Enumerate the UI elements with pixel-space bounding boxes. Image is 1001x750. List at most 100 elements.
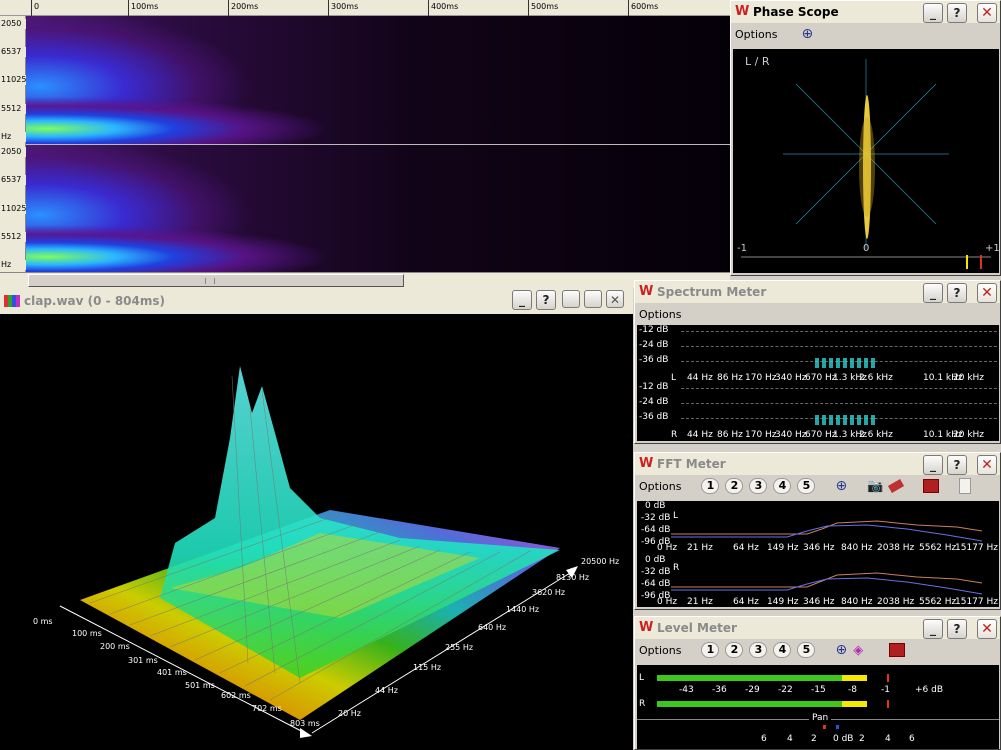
axis-label: +1	[985, 243, 999, 254]
preset-button-3[interactable]: 3	[749, 642, 768, 658]
minimize-button[interactable]: _	[923, 3, 943, 23]
minimize-button[interactable]: _	[923, 619, 943, 639]
freq-label: 149 Hz	[767, 543, 799, 553]
freq-label: 340 Hz	[775, 373, 807, 383]
preset-button-4[interactable]: 4	[773, 642, 792, 658]
level-meter-title: Level Meter	[657, 621, 737, 635]
freeze-icon[interactable]: ⊕	[801, 26, 813, 42]
preset-button-2[interactable]: 2	[725, 478, 744, 494]
db-label: -32 dB	[641, 567, 671, 577]
fft-meter-display: 0 dB -32 dB -64 dB -96 dB L 0 Hz 21 Hz 6…	[637, 501, 999, 607]
hz-label: 11025	[0, 204, 27, 214]
options-menu[interactable]: Options	[639, 308, 681, 321]
freq-label: 0 Hz	[657, 597, 678, 607]
preset-button-4[interactable]: 4	[773, 478, 792, 494]
time-ruler[interactable]: 0 100ms 200ms 300ms 400ms 500ms 600ms	[0, 0, 730, 16]
freq-label: 2038 Hz	[877, 543, 915, 553]
panel-toggle[interactable]	[959, 478, 972, 494]
scale-label: -1	[881, 685, 890, 695]
fft-meter-titlebar[interactable]: W FFT Meter _ ? ✕	[635, 453, 1000, 475]
scale-label: -8	[848, 685, 857, 695]
help-button[interactable]: ?	[947, 3, 967, 23]
hz-label: 2050	[0, 147, 26, 157]
phase-scope-titlebar[interactable]: W Phase Scope _ ? ✕	[731, 1, 1000, 23]
close-button[interactable]: ✕	[977, 455, 997, 475]
spectrogram-left-channel	[26, 16, 730, 144]
freq-label: 640 Hz	[478, 623, 506, 632]
preset-button-1[interactable]: 1	[701, 478, 720, 494]
db-label: -32 dB	[641, 513, 671, 523]
spectrogram-view[interactable]: 2050 6537 11025 5512 Hz 2050 6537 11025 …	[0, 16, 730, 272]
time-label: 702 ms	[252, 704, 282, 713]
help-button[interactable]: ?	[947, 283, 967, 303]
wavelab-logo-icon: W	[639, 456, 654, 471]
preset-button-1[interactable]: 1	[701, 642, 720, 658]
db-label: -12 dB	[639, 382, 669, 392]
spectrum-meter-title: Spectrum Meter	[657, 285, 767, 299]
time-label: 803 ms	[290, 719, 320, 728]
book-icon[interactable]	[923, 479, 940, 493]
help-button[interactable]: ?	[947, 455, 967, 475]
scale-label: -36	[712, 685, 727, 695]
freq-label: 840 Hz	[841, 597, 873, 607]
freq-label: 44 Hz	[375, 686, 398, 695]
options-menu[interactable]: Options	[639, 480, 681, 493]
channel-label: L	[673, 511, 679, 521]
pan-scale-label: 4	[787, 734, 793, 744]
pan-indicator-left	[823, 725, 826, 729]
help-button[interactable]: ?	[536, 290, 556, 310]
preset-button-2[interactable]: 2	[725, 642, 744, 658]
help-button[interactable]: ?	[947, 619, 967, 639]
freeze-icon[interactable]: ⊕	[835, 642, 847, 658]
preset-button-5[interactable]: 5	[797, 478, 816, 494]
hz-label: Hz	[0, 132, 26, 142]
minimize-button[interactable]: _	[923, 455, 943, 475]
options-menu[interactable]: Options	[735, 28, 777, 41]
spectrogram-right-channel	[26, 145, 730, 272]
reset-icon[interactable]: ◈	[853, 643, 863, 658]
time-axis-arrow	[300, 728, 312, 738]
close-icon[interactable]: ✕	[606, 290, 624, 308]
freq-label: 1440 Hz	[506, 605, 539, 614]
level-meter-toolbar: Options 1 2 3 4 5 ⊕ ◈	[635, 641, 1000, 659]
minimize-button[interactable]: _	[512, 290, 532, 310]
ruler-tick: 400ms	[428, 0, 458, 16]
freq-label: 149 Hz	[767, 597, 799, 607]
scrollbar-thumb[interactable]	[28, 274, 404, 287]
preset-button-3[interactable]: 3	[749, 478, 768, 494]
fft-meter-toolbar: Options 1 2 3 4 5 ⊕ 📷	[635, 477, 1000, 495]
peak-hold-right	[887, 700, 889, 708]
time-label: 602 ms	[221, 691, 251, 700]
ruler-tick: 200ms	[228, 0, 258, 16]
phase-scope-menubar: Options ⊕	[731, 25, 1000, 43]
restore-icon[interactable]	[584, 290, 602, 308]
options-menu[interactable]: Options	[639, 644, 681, 657]
freq-label: 2.6 kHz	[859, 373, 893, 383]
hz-label: Hz	[0, 260, 26, 270]
hz-label: 2050	[0, 19, 26, 29]
level-meter-titlebar[interactable]: W Level Meter _ ? ✕	[635, 617, 1000, 639]
level-meter-window: W Level Meter _ ? ✕ Options 1 2 3 4 5 ⊕ …	[634, 616, 1001, 750]
close-button[interactable]: ✕	[977, 3, 997, 23]
freq-label: 255 Hz	[445, 643, 473, 652]
hz-label: 5512	[0, 232, 26, 242]
clip-window: clap.wav (0 - 804ms) _ ? ✕ 0 ms 100 ms 2…	[0, 288, 633, 750]
close-button[interactable]: ✕	[977, 283, 997, 303]
freq-label: 44 Hz	[687, 430, 713, 440]
close-button[interactable]: ✕	[977, 619, 997, 639]
eraser-icon[interactable]	[888, 479, 905, 493]
db-label: 0 dB	[645, 501, 666, 511]
hz-label: 6537	[0, 47, 26, 57]
spectrum-meter-titlebar[interactable]: W Spectrum Meter _ ? ✕	[635, 281, 1000, 303]
wavelab-logo-icon: W	[639, 620, 654, 635]
camera-icon[interactable]: 📷	[867, 479, 883, 494]
preset-button-5[interactable]: 5	[797, 642, 816, 658]
pan-indicator-right	[836, 725, 839, 729]
horizontal-scrollbar[interactable]	[0, 272, 730, 288]
db-label: -36 dB	[639, 355, 669, 365]
clip-window-titlebar[interactable]: clap.wav (0 - 804ms) _ ? ✕	[0, 288, 633, 314]
freeze-icon[interactable]: ⊕	[835, 478, 847, 494]
book-icon[interactable]	[889, 643, 906, 657]
minimize-button[interactable]: _	[923, 283, 943, 303]
min-icon[interactable]	[562, 290, 580, 308]
